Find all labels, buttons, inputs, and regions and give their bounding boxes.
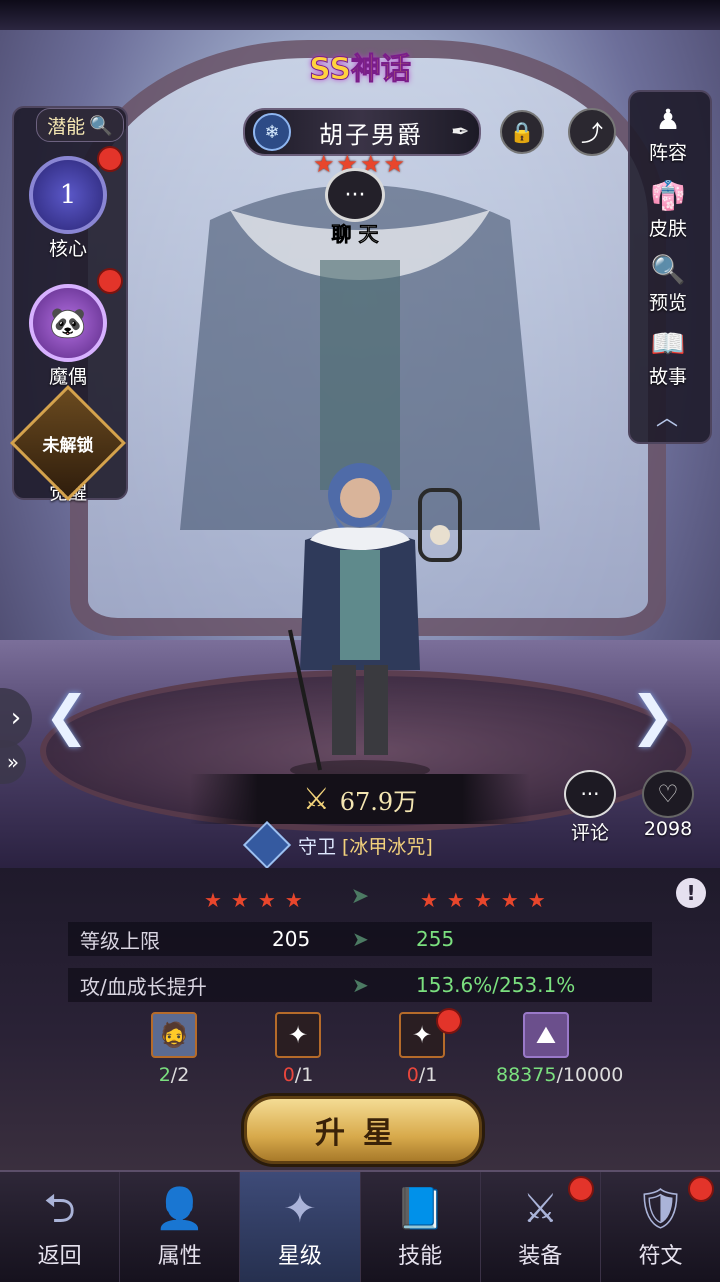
nav-label: 技能 — [398, 1244, 443, 1269]
stat-row-growth: 攻/血成长提升 ➤ 153.6%/253.1% — [68, 968, 652, 1002]
material-notification-dot — [436, 1008, 462, 1034]
info-icon[interactable]: ! — [676, 878, 706, 908]
equipment-notification-dot — [567, 1176, 594, 1202]
skill-tag: [冰甲冰咒] — [342, 835, 433, 858]
combat-power-bar: ⚔ 67.9万 — [190, 774, 530, 824]
core-button[interactable]: 1 核心 — [18, 156, 118, 261]
share-icon[interactable]: ⤴ — [568, 108, 616, 156]
story-icon: 📖 — [650, 327, 686, 360]
lineup-button[interactable]: ♟ 阵容 — [630, 100, 706, 165]
stat-row-level-cap: 等级上限 205 ➤ 255 — [68, 922, 652, 956]
stat-label: 攻/血成长提升 — [80, 974, 207, 999]
star-level-icon: ✦ — [283, 1186, 317, 1232]
stat-label: 等级上限 — [80, 928, 160, 953]
hero-name: 胡子男爵 — [319, 120, 423, 149]
nav-skill[interactable]: 📘 技能 — [361, 1172, 481, 1282]
awaken-button[interactable]: 未解锁 觉醒 — [10, 385, 126, 505]
element-ice-icon: ❄ — [253, 113, 291, 151]
material-gold-ore[interactable]: ⛰ 88375/10000 — [496, 1012, 624, 1086]
hero-role: 守卫 [冰甲冰咒] — [242, 820, 490, 870]
stat-new-value: 255 — [416, 927, 455, 951]
preview-label: 预览 — [648, 292, 687, 314]
like-count: 2098 — [643, 818, 693, 840]
feather-quill-icon: ✒ — [451, 119, 470, 145]
skill-icon: 📘 — [395, 1186, 445, 1232]
nav-rune[interactable]: 🛡 符文 — [601, 1172, 720, 1282]
comment-bubble-icon: ··· — [564, 770, 616, 818]
comment-label: 评论 — [570, 822, 609, 844]
chat-button[interactable]: ··· 聊 天 — [320, 168, 390, 247]
story-label: 故事 — [648, 366, 687, 388]
nav-label: 星级 — [277, 1244, 322, 1269]
hero-copy-icon: 🧔 — [151, 1012, 197, 1058]
guardian-class-icon — [242, 820, 292, 870]
stat-new-value: 153.6%/253.1% — [416, 973, 576, 997]
rank-badge: SS神话 — [309, 52, 412, 88]
arrow-ornament-icon: ➤ — [352, 973, 369, 997]
ice-fodder-icon: ✦ — [275, 1012, 321, 1058]
attribute-icon: 👤 — [154, 1186, 205, 1232]
doll-button[interactable]: 🐼 魔偶 — [18, 284, 118, 389]
arrow-ornament-icon: ➤ — [350, 884, 370, 909]
core-level: 1 — [59, 180, 77, 210]
material-count: 88375/10000 — [496, 1064, 624, 1086]
doll-notification-dot — [97, 268, 123, 294]
core-icon: 1 — [29, 156, 107, 234]
material-count: 2/2 — [158, 1064, 190, 1086]
skin-button[interactable]: 👘 皮肤 — [630, 176, 706, 241]
chat-label: 聊 天 — [331, 222, 379, 247]
awaken-status: 未解锁 — [42, 435, 94, 456]
nav-equipment[interactable]: ⚔ 装备 — [481, 1172, 601, 1282]
core-notification-dot — [97, 146, 123, 172]
preview-button[interactable]: 🔍 预览 — [630, 250, 706, 315]
nav-back[interactable]: ⮌ 返回 — [0, 1172, 121, 1282]
hero-name-bar: ❄ 胡子男爵 ✒ — [243, 108, 481, 156]
role-label: 守卫 — [298, 835, 337, 858]
nav-label: 符文 — [638, 1244, 683, 1269]
material-ice-fodder[interactable]: ✦ 0/1 — [248, 1012, 348, 1086]
potential-label: 潜能 — [47, 115, 86, 138]
comment-button[interactable]: ··· 评论 — [560, 770, 620, 845]
skin-label: 皮肤 — [648, 218, 687, 240]
like-button[interactable]: ♡ 2098 — [636, 770, 700, 840]
story-button[interactable]: 📖 故事 — [630, 324, 706, 389]
nav-label: 装备 — [518, 1244, 563, 1269]
next-hero-arrow-icon[interactable]: ❯ — [630, 684, 675, 747]
current-stars: ★★★★ — [204, 888, 312, 912]
next-stars: ★★★★★ — [420, 888, 555, 912]
stat-old-value: 205 — [272, 927, 311, 951]
search-icon: 🔍 — [89, 114, 113, 137]
material-count: 0/1 — [406, 1064, 438, 1086]
panda-doll-icon: 🐼 — [29, 284, 107, 362]
skin-icon: 👘 — [650, 179, 686, 212]
nav-attribute[interactable]: 👤 属性 — [120, 1172, 241, 1282]
material-hero-copy[interactable]: 🧔 2/2 — [124, 1012, 224, 1086]
arrow-ornament-icon: ➤ — [352, 927, 369, 951]
material-count: 0/1 — [282, 1064, 314, 1086]
star-up-button[interactable]: 升星 — [244, 1096, 482, 1164]
preview-icon: 🔍 — [650, 253, 686, 286]
potential-tab[interactable]: 潜能 🔍 — [36, 108, 124, 142]
heart-icon: ♡ — [642, 770, 694, 818]
combat-power-value: 67.9万 — [339, 787, 418, 816]
top-decoration — [0, 0, 720, 30]
core-label: 核心 — [48, 238, 87, 260]
rune-notification-dot — [688, 1176, 715, 1202]
lineup-label: 阵容 — [648, 142, 687, 164]
nav-star-level[interactable]: ✦ 星级 — [240, 1172, 361, 1282]
sword-icon: ⚔ — [302, 781, 330, 817]
nav-label: 返回 — [37, 1244, 82, 1269]
bottom-nav: ⮌ 返回 👤 属性 ✦ 星级 📘 技能 ⚔ 装备 🛡 符文 — [0, 1170, 720, 1282]
lock-icon[interactable]: 🔒 — [500, 110, 544, 154]
previous-hero-arrow-icon[interactable]: ❮ — [44, 684, 89, 747]
hero-figure[interactable] — [270, 440, 470, 780]
gold-ore-icon: ⛰ — [523, 1012, 569, 1058]
back-icon: ⮌ — [43, 1186, 76, 1232]
nav-label: 属性 — [157, 1244, 202, 1269]
chevron-up-icon[interactable]: ︿ — [645, 400, 689, 432]
lineup-icon: ♟ — [655, 103, 681, 136]
chat-bubble-icon: ··· — [325, 168, 385, 222]
